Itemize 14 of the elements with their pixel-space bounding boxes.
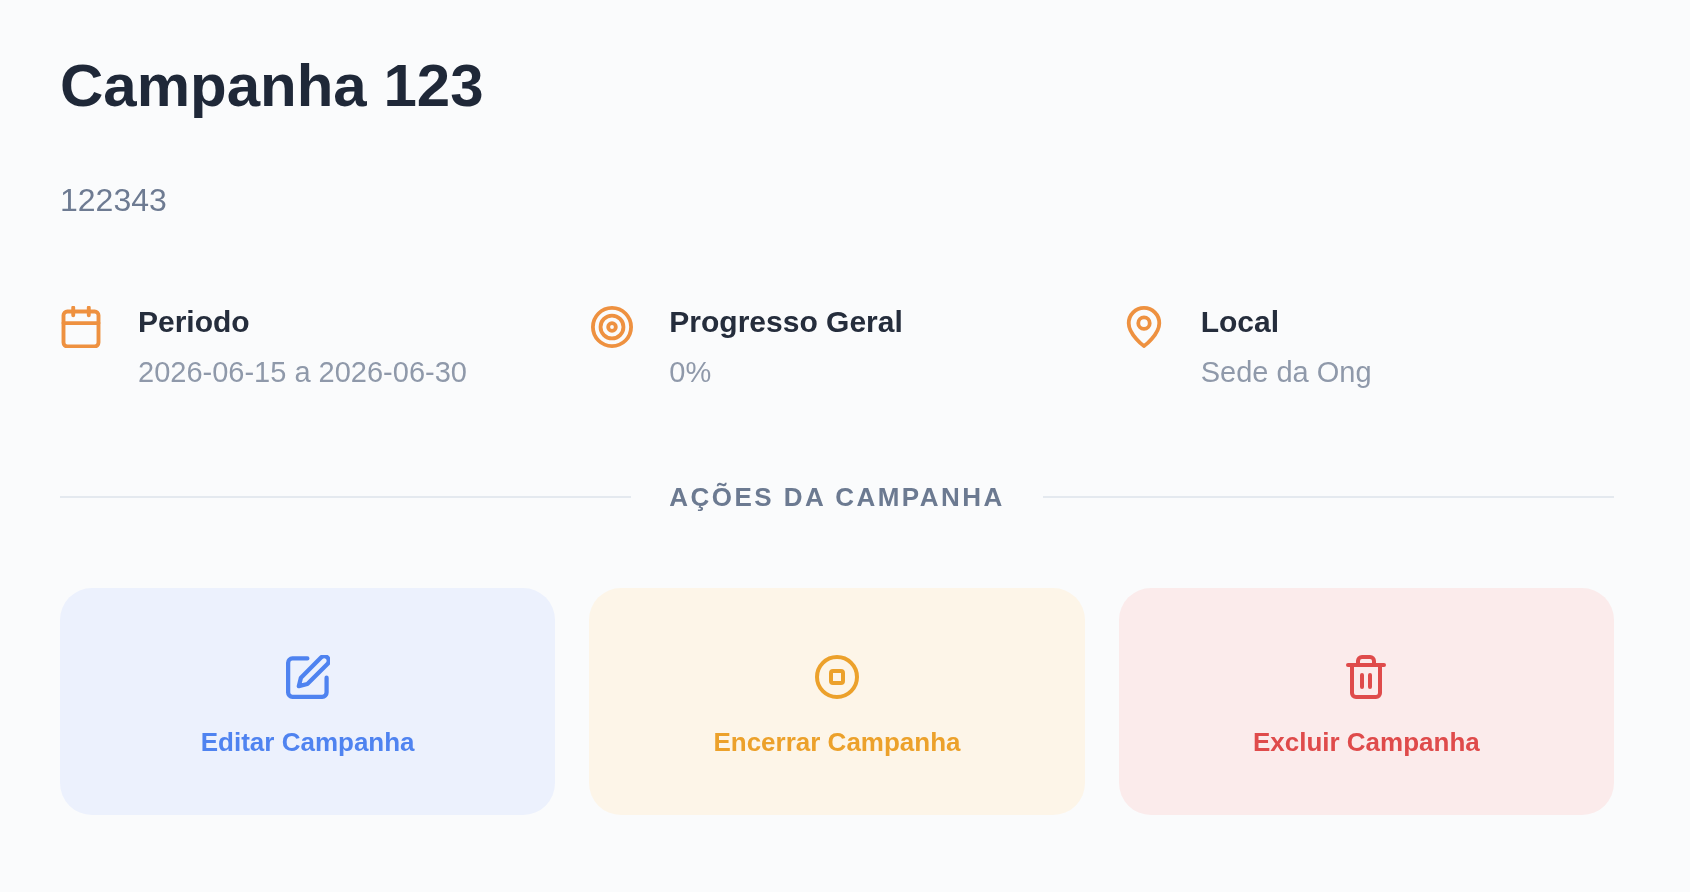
campaign-code: 122343 bbox=[60, 181, 167, 220]
detail-value: 0% bbox=[669, 355, 712, 390]
target-icon bbox=[591, 306, 634, 348]
calendar-icon bbox=[60, 306, 102, 348]
detail-label: Local bbox=[1200, 304, 1279, 340]
campaign-title: Campanha 123 bbox=[60, 51, 484, 121]
detail-value: 2026-06-15 a 2026-06-30 bbox=[138, 355, 467, 390]
delete-campaign-button[interactable]: Excluir Campanha bbox=[1118, 588, 1614, 815]
detail-value: Sede da Ong bbox=[1200, 355, 1372, 390]
detail-label: Periodo bbox=[138, 304, 250, 340]
edit-campaign-button[interactable]: Editar Campanha bbox=[60, 588, 556, 815]
close-campaign-button[interactable]: Encerrar Campanha bbox=[589, 588, 1085, 815]
detail-label: Progresso Geral bbox=[669, 304, 903, 340]
section-heading: AÇÕES DA CAMPANHA bbox=[669, 481, 1005, 514]
